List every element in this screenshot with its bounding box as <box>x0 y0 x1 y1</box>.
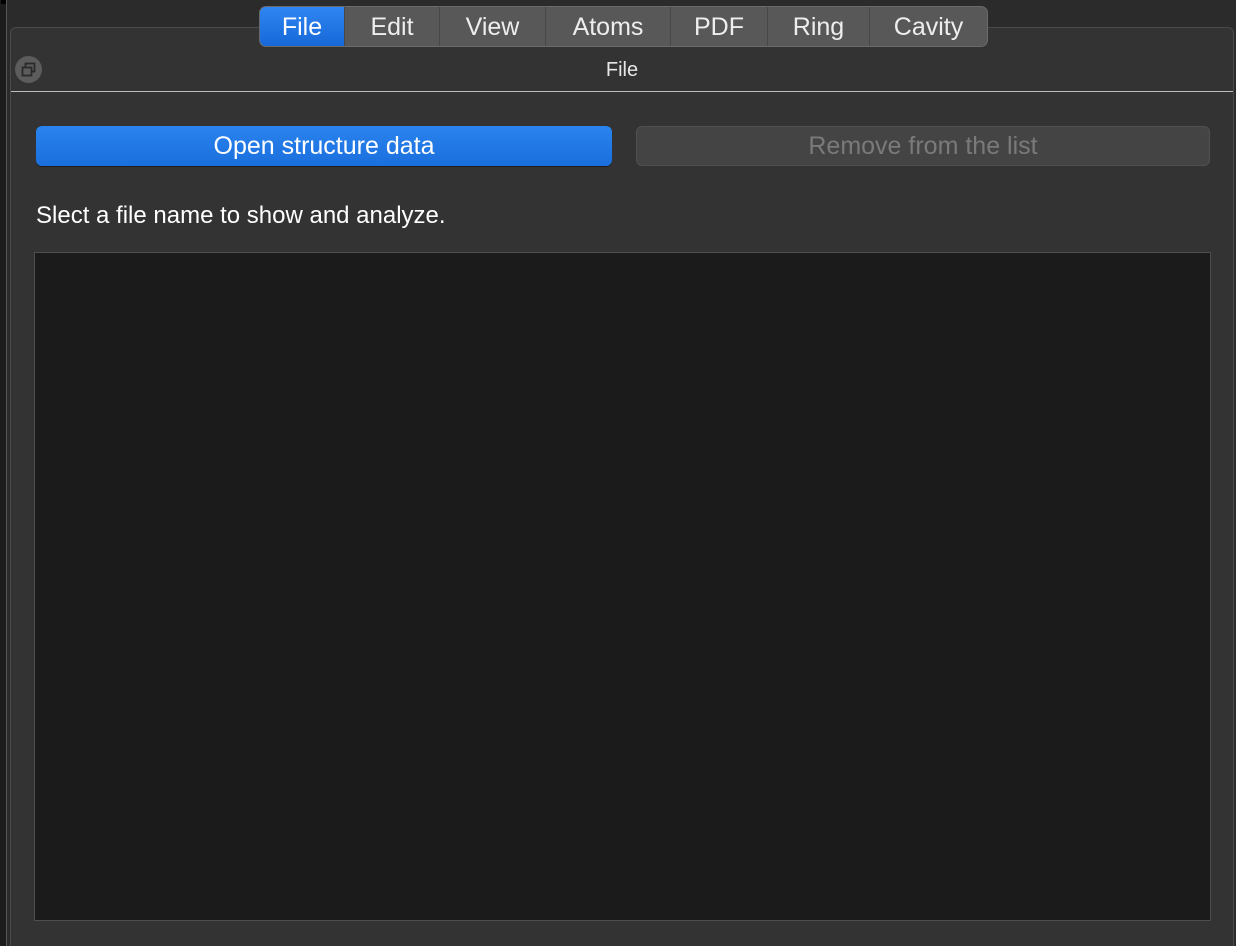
tab-ring[interactable]: Ring <box>767 7 869 46</box>
remove-from-list-button[interactable]: Remove from the list <box>636 126 1210 166</box>
open-structure-data-button[interactable]: Open structure data <box>36 126 612 166</box>
tab-bar: File Edit View Atoms PDF Ring Cavity <box>259 6 988 47</box>
instruction-text: Slect a file name to show and analyze. <box>36 202 446 229</box>
tab-pdf[interactable]: PDF <box>670 7 767 46</box>
window-left-edge <box>0 0 7 946</box>
tab-edit[interactable]: Edit <box>344 7 439 46</box>
tab-cavity[interactable]: Cavity <box>869 7 987 46</box>
tab-file[interactable]: File <box>260 7 344 46</box>
edge-marker <box>1 0 6 4</box>
tab-view[interactable]: View <box>439 7 545 46</box>
tab-atoms[interactable]: Atoms <box>545 7 670 46</box>
file-list[interactable] <box>34 252 1211 921</box>
panel-title: File <box>605 59 639 81</box>
